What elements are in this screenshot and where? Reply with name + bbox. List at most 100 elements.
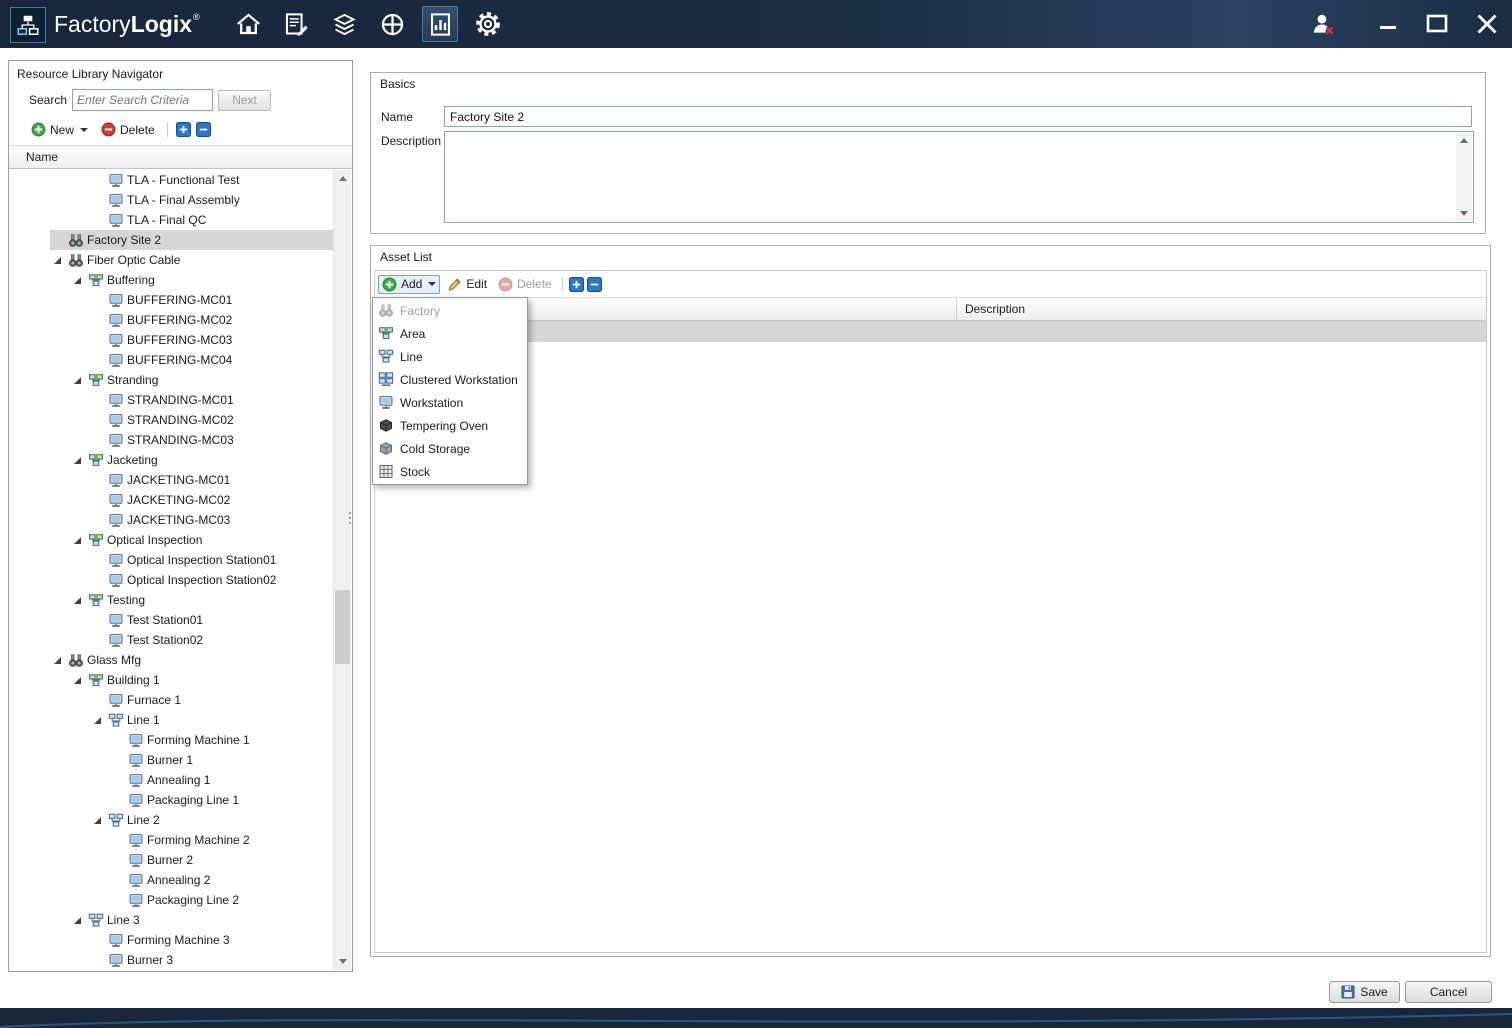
add-menu-item-cold-storage[interactable]: Cold Storage — [373, 437, 527, 460]
tree-item[interactable]: Packaging Line 2 — [10, 890, 334, 910]
close-icon[interactable] — [1474, 11, 1500, 37]
tree-item[interactable]: JACKETING-MC02 — [10, 490, 334, 510]
add-menu-item-tempering-oven[interactable]: Tempering Oven — [373, 414, 527, 437]
tree-item-label: Testing — [107, 593, 146, 607]
scroll-up-icon[interactable] — [1456, 133, 1472, 148]
tree-item[interactable]: Stranding — [10, 370, 334, 390]
home-icon[interactable] — [230, 6, 266, 42]
tree-item[interactable]: STRANDING-MC01 — [10, 390, 334, 410]
tree-item[interactable]: Optical Inspection Station01 — [10, 550, 334, 570]
chevron-down-icon — [80, 127, 89, 132]
tree-collapse-toggle-icon[interactable] — [70, 596, 85, 604]
tree-scrollbar[interactable] — [333, 170, 351, 970]
collapse-all-button[interactable] — [586, 276, 602, 292]
tree-item[interactable]: TLA - Functional Test — [10, 170, 334, 190]
document-stack-icon[interactable] — [326, 6, 362, 42]
asset-table-selected-row[interactable] — [375, 321, 1486, 342]
tree-item[interactable]: Burner 3 — [10, 950, 334, 970]
tree-item[interactable]: Buffering — [10, 270, 334, 290]
tree-item[interactable]: BUFFERING-MC04 — [10, 350, 334, 370]
add-menu-item-area[interactable]: Area — [373, 322, 527, 345]
scroll-up-icon[interactable] — [334, 170, 351, 187]
tree-collapse-toggle-icon[interactable] — [70, 676, 85, 684]
tree-item[interactable]: Packaging Line 1 — [10, 790, 334, 810]
tree-collapse-toggle-icon[interactable] — [90, 816, 105, 824]
scrollbar-thumb[interactable] — [335, 590, 350, 664]
user-status-icon[interactable] — [1310, 0, 1336, 48]
report-icon[interactable] — [422, 6, 458, 42]
tree-item-label: Stranding — [107, 373, 159, 387]
add-menu-item-line[interactable]: Line — [373, 345, 527, 368]
add-menu-item-clustered-workstation[interactable]: Clustered Workstation — [373, 368, 527, 391]
scroll-down-icon[interactable] — [1456, 206, 1472, 221]
tree-item[interactable]: Building 1 — [10, 670, 334, 690]
tree-collapse-toggle-icon[interactable] — [50, 656, 65, 664]
tree-item[interactable]: Testing — [10, 590, 334, 610]
tree-item[interactable]: JACKETING-MC03 — [10, 510, 334, 530]
maximize-icon[interactable] — [1424, 11, 1450, 37]
tree-collapse-toggle-icon[interactable] — [70, 276, 85, 284]
tree-item[interactable]: TLA - Final QC — [10, 210, 334, 230]
expand-all-button[interactable] — [568, 276, 584, 292]
document-edit-icon[interactable] — [278, 6, 314, 42]
scroll-down-icon[interactable] — [334, 953, 351, 970]
search-input[interactable] — [72, 89, 214, 111]
add-menu-item-workstation[interactable]: Workstation — [373, 391, 527, 414]
tree-item[interactable]: Line 3 — [10, 910, 334, 930]
asset-list-toolbar: Add Edit Delete — [375, 271, 1486, 297]
target-icon[interactable] — [374, 6, 410, 42]
description-scrollbar[interactable] — [1456, 133, 1472, 221]
description-field[interactable] — [444, 131, 1474, 223]
tree-item[interactable]: Burner 2 — [10, 850, 334, 870]
panel-splitter[interactable] — [346, 505, 354, 531]
tree-item[interactable]: Optical Inspection Station02 — [10, 570, 334, 590]
tree-item[interactable]: Line 1 — [10, 710, 334, 730]
gear-icon[interactable] — [470, 6, 506, 42]
tree-item[interactable]: Annealing 1 — [10, 770, 334, 790]
area-icon — [378, 326, 394, 341]
tree-collapse-toggle-icon[interactable] — [70, 456, 85, 464]
tree-item[interactable]: Forming Machine 1 — [10, 730, 334, 750]
tree-item-label: Test Station02 — [127, 633, 204, 647]
add-menu-item-stock[interactable]: Stock — [373, 460, 527, 483]
new-button[interactable]: New — [27, 120, 92, 139]
tree-item[interactable]: Factory Site 2 — [10, 230, 334, 250]
tree-collapse-toggle-icon[interactable] — [50, 256, 65, 264]
tree-item[interactable]: Forming Machine 3 — [10, 930, 334, 950]
expand-all-button[interactable] — [175, 122, 191, 137]
delete-button[interactable]: Delete — [97, 120, 159, 139]
tree-collapse-toggle-icon[interactable] — [70, 536, 85, 544]
tree-collapse-toggle-icon[interactable] — [90, 716, 105, 724]
next-button[interactable]: Next — [218, 89, 272, 111]
tree-item[interactable]: BUFFERING-MC02 — [10, 310, 334, 330]
tree-item[interactable]: STRANDING-MC02 — [10, 410, 334, 430]
tree-item-label: TLA - Final Assembly — [127, 193, 240, 207]
tree-item[interactable]: JACKETING-MC01 — [10, 470, 334, 490]
save-button[interactable]: Save — [1329, 981, 1400, 1003]
column-header-description[interactable]: Description — [957, 298, 1486, 320]
edit-button[interactable]: Edit — [443, 275, 491, 294]
tree-item[interactable]: Test Station01 — [10, 610, 334, 630]
tree-item[interactable]: Forming Machine 2 — [10, 830, 334, 850]
tree-column-header[interactable]: Name — [9, 145, 352, 169]
tree-item[interactable]: Furnace 1 — [10, 690, 334, 710]
tree-item[interactable]: Fiber Optic Cable — [10, 250, 334, 270]
tree-item[interactable]: Jacketing — [10, 450, 334, 470]
tree-item[interactable]: Line 2 — [10, 810, 334, 830]
collapse-all-button[interactable] — [195, 122, 211, 137]
tree-collapse-toggle-icon[interactable] — [70, 376, 85, 384]
tree-item[interactable]: Annealing 2 — [10, 870, 334, 890]
tree-item[interactable]: STRANDING-MC03 — [10, 430, 334, 450]
tree-item[interactable]: Optical Inspection — [10, 530, 334, 550]
tree-item[interactable]: BUFFERING-MC03 — [10, 330, 334, 350]
minimize-icon[interactable] — [1376, 12, 1400, 36]
tree-collapse-toggle-icon[interactable] — [70, 916, 85, 924]
tree-item[interactable]: BUFFERING-MC01 — [10, 290, 334, 310]
tree-item[interactable]: Test Station02 — [10, 630, 334, 650]
add-button[interactable]: Add — [378, 274, 441, 294]
tree-item[interactable]: Burner 1 — [10, 750, 334, 770]
tree-item[interactable]: Glass Mfg — [10, 650, 334, 670]
cancel-button[interactable]: Cancel — [1405, 981, 1492, 1003]
tree-item[interactable]: TLA - Final Assembly — [10, 190, 334, 210]
name-field[interactable] — [444, 106, 1472, 127]
